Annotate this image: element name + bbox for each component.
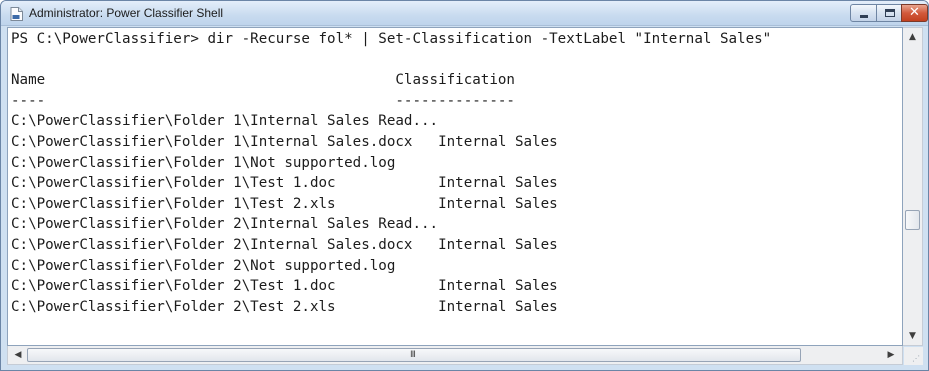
close-icon: ✕ <box>909 5 920 20</box>
thumb-grip-icon: III <box>410 350 416 360</box>
vertical-scrollbar[interactable]: ▲ ▼ <box>903 27 923 346</box>
scroll-right-arrow-icon[interactable]: ▶ <box>884 348 898 362</box>
table-row: C:\PowerClassifier\Folder 2\Test 2.xls I… <box>11 298 558 315</box>
window-title: Administrator: Power Classifier Shell <box>29 6 224 20</box>
horizontal-scrollbar[interactable]: ◀ III ▶ <box>7 346 903 365</box>
minimize-icon <box>860 15 868 18</box>
maximize-button[interactable] <box>876 4 902 22</box>
table-header-underline: ---- -------------- <box>11 92 515 109</box>
table-row: C:\PowerClassifier\Folder 2\Not supporte… <box>11 257 396 274</box>
table-row: C:\PowerClassifier\Folder 1\Internal Sal… <box>11 113 439 130</box>
console-window: Administrator: Power Classifier Shell ✕ … <box>0 0 929 371</box>
table-row: C:\PowerClassifier\Folder 2\Internal Sal… <box>11 236 558 253</box>
scroll-left-arrow-icon[interactable]: ◀ <box>11 348 25 362</box>
scroll-up-arrow-icon[interactable]: ▲ <box>903 30 922 44</box>
table-row: C:\PowerClassifier\Folder 2\Test 1.doc I… <box>11 278 558 295</box>
table-row: C:\PowerClassifier\Folder 1\Not supporte… <box>11 154 396 171</box>
console-app-icon <box>10 7 23 21</box>
table-header: Name Classification <box>11 72 515 89</box>
scroll-down-arrow-icon[interactable]: ▼ <box>903 329 922 343</box>
table-row: C:\PowerClassifier\Folder 1\Test 1.doc I… <box>11 175 558 192</box>
horizontal-scroll-thumb[interactable]: III <box>27 348 801 362</box>
vertical-scroll-thumb[interactable] <box>905 210 920 230</box>
command-prompt-line[interactable]: PS C:\PowerClassifier> dir -Recurse fol*… <box>11 29 771 50</box>
console-lines: PS C:\PowerClassifier> dir -Recurse fol*… <box>11 29 771 317</box>
table-row: C:\PowerClassifier\Folder 1\Test 2.xls I… <box>11 195 558 212</box>
resize-grip-icon: ⋰ <box>912 354 920 363</box>
table-row: C:\PowerClassifier\Folder 2\Internal Sal… <box>11 216 439 233</box>
minimize-button[interactable] <box>850 4 877 22</box>
console-output[interactable]: PS C:\PowerClassifier> dir -Recurse fol*… <box>7 27 903 346</box>
table-row: C:\PowerClassifier\Folder 1\Internal Sal… <box>11 133 558 150</box>
close-button[interactable]: ✕ <box>901 4 928 22</box>
title-bar[interactable]: Administrator: Power Classifier Shell ✕ <box>1 1 928 26</box>
maximize-icon <box>885 9 895 17</box>
resize-grip[interactable]: ⋰ <box>904 347 923 365</box>
